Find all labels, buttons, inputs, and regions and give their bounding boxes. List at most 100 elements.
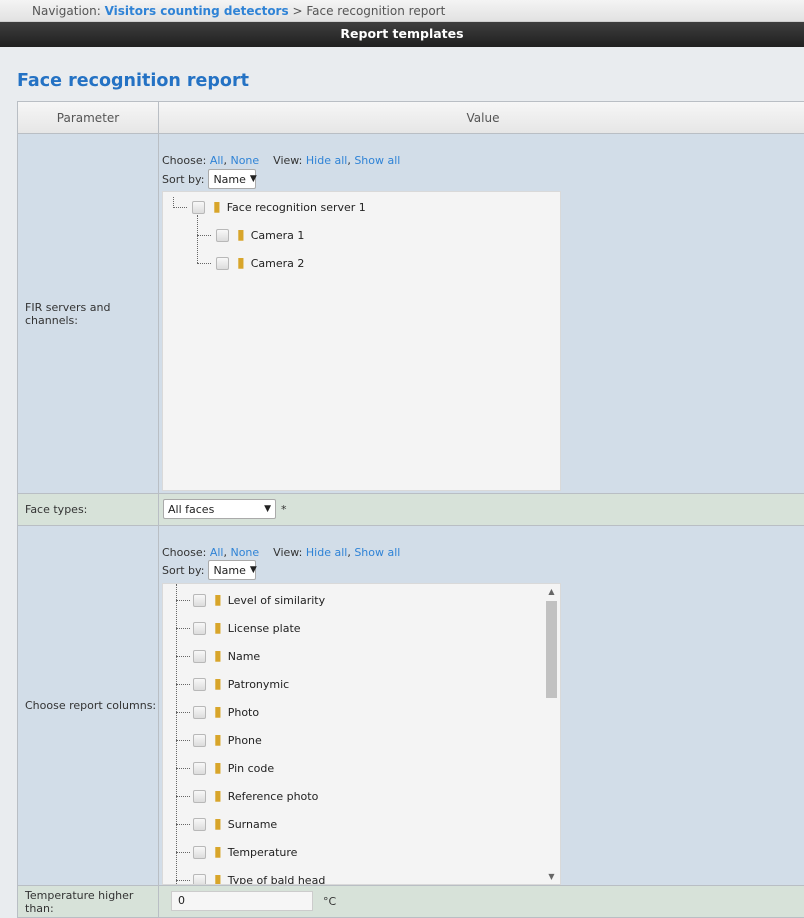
choose-label: Choose:: [162, 154, 207, 167]
columns-hide-all-link[interactable]: Hide all: [306, 546, 347, 559]
folder-icon: ▮: [214, 620, 222, 636]
servers-show-all-link[interactable]: Show all: [354, 154, 400, 167]
chevron-down-icon: ▼: [249, 565, 257, 575]
folder-icon: ▮: [213, 199, 221, 215]
column-item-label: License plate: [227, 621, 301, 635]
checkbox[interactable]: [193, 649, 206, 663]
column-item[interactable]: ▮ Surname: [193, 816, 277, 832]
row-face-types: Face types: All faces ▼ *: [18, 494, 804, 526]
tree-node-server[interactable]: ▮ Face recognition server 1: [192, 199, 366, 215]
checkbox[interactable]: [193, 705, 206, 719]
scroll-down-icon[interactable]: ▼: [545, 872, 558, 881]
columns-show-all-link[interactable]: Show all: [354, 546, 400, 559]
view-label: View:: [273, 154, 303, 167]
columns-choose-bar: Choose: All, None View: Hide all, Show a…: [162, 546, 401, 559]
folder-icon: ▮: [214, 676, 222, 692]
servers-tree: ▮ Face recognition server 1 ▮ Camera 1 ▮…: [162, 191, 561, 491]
row-report-columns: Choose report columns: Choose: All, None…: [18, 526, 804, 886]
row-temperature: Temperature higher than: 0 °C: [18, 886, 804, 918]
tree-node-camera-2[interactable]: ▮ Camera 2: [216, 255, 304, 271]
folder-icon: ▮: [214, 592, 222, 608]
breadcrumb-link-visitors-counting[interactable]: Visitors counting detectors: [105, 4, 289, 18]
tree-label: Camera 1: [250, 228, 305, 242]
face-types-value: All faces: [168, 502, 215, 516]
chevron-down-icon: ▼: [264, 504, 271, 514]
row-fir-servers: FIR servers and channels: Choose: All, N…: [18, 134, 804, 494]
column-item[interactable]: ▮ Pin code: [193, 760, 274, 776]
chevron-down-icon: ▼: [249, 174, 257, 184]
choose-label: Choose:: [162, 546, 207, 559]
scroll-thumb[interactable]: [546, 601, 557, 698]
checkbox[interactable]: [193, 621, 206, 635]
column-item[interactable]: ▮ Patronymic: [193, 676, 289, 692]
column-item[interactable]: ▮ Photo: [193, 704, 259, 720]
folder-icon: ▮: [214, 760, 222, 776]
columns-choose-all-link[interactable]: All: [210, 546, 224, 559]
column-item-label: Photo: [227, 705, 260, 719]
folder-icon: ▮: [214, 788, 222, 804]
column-header-parameter: Parameter: [18, 102, 159, 133]
columns-scrollbar[interactable]: ▲ ▼: [545, 587, 558, 881]
columns-choose-none-link[interactable]: None: [230, 546, 259, 559]
servers-choose-bar: Choose: All, None View: Hide all, Show a…: [162, 154, 401, 167]
folder-icon: ▮: [214, 648, 222, 664]
report-columns-label: Choose report columns:: [18, 526, 159, 885]
checkbox[interactable]: [193, 761, 206, 775]
column-header-value: Value: [466, 110, 500, 125]
breadcrumb: Navigation: Visitors counting detectors …: [0, 0, 804, 22]
parameters-table: Parameter Value FIR servers and channels…: [17, 101, 804, 918]
folder-icon: ▮: [237, 227, 245, 243]
column-item[interactable]: ▮ Reference photo: [193, 788, 318, 804]
required-mark: *: [281, 503, 287, 516]
page-title: Face recognition report: [17, 71, 249, 91]
tree-label: Camera 2: [250, 256, 305, 270]
column-item-label: Name: [227, 649, 261, 663]
sort-value: Name: [213, 172, 246, 186]
tree-node-camera-1[interactable]: ▮ Camera 1: [216, 227, 304, 243]
folder-icon: ▮: [214, 872, 222, 885]
checkbox[interactable]: [193, 677, 206, 691]
checkbox[interactable]: [193, 817, 206, 831]
column-item[interactable]: ▮ Type of bald head: [193, 872, 326, 885]
column-item[interactable]: ▮ License plate: [193, 620, 301, 636]
columns-tree: ▮ Level of similarity ▮ License plate ▮ Name ▮…: [162, 583, 561, 885]
folder-icon: ▮: [237, 255, 245, 271]
checkbox[interactable]: [192, 200, 205, 214]
column-item[interactable]: ▮ Temperature: [193, 844, 297, 860]
column-item-label: Phone: [227, 733, 262, 747]
header-title: Report templates: [340, 26, 464, 41]
sort-value: Name: [213, 563, 246, 577]
checkbox[interactable]: [216, 256, 229, 270]
checkbox[interactable]: [193, 789, 206, 803]
temperature-unit: °C: [323, 895, 337, 908]
column-item[interactable]: ▮ Phone: [193, 732, 262, 748]
column-item-label: Type of bald head: [227, 873, 326, 885]
checkbox[interactable]: [193, 593, 206, 607]
checkbox[interactable]: [193, 845, 206, 859]
header-bar: Report templates: [0, 22, 804, 47]
face-types-label: Face types:: [18, 494, 159, 525]
folder-icon: ▮: [214, 844, 222, 860]
tree-label: Face recognition server 1: [226, 200, 366, 214]
face-types-select[interactable]: All faces ▼: [163, 499, 276, 519]
column-item-label: Patronymic: [227, 677, 290, 691]
column-item[interactable]: ▮ Level of similarity: [193, 592, 325, 608]
column-item-label: Pin code: [227, 761, 275, 775]
sort-label: Sort by:: [162, 172, 205, 186]
folder-icon: ▮: [214, 704, 222, 720]
view-label: View:: [273, 546, 303, 559]
fir-servers-label: FIR servers and channels:: [18, 134, 159, 493]
servers-choose-none-link[interactable]: None: [230, 154, 259, 167]
checkbox[interactable]: [193, 873, 206, 884]
scroll-up-icon[interactable]: ▲: [545, 587, 558, 596]
servers-hide-all-link[interactable]: Hide all: [306, 154, 347, 167]
column-item[interactable]: ▮ Name: [193, 648, 260, 664]
columns-sort-control: Sort by: Name ▼: [162, 560, 257, 580]
servers-sort-select[interactable]: Name ▼: [208, 169, 257, 189]
checkbox[interactable]: [193, 733, 206, 747]
temperature-input[interactable]: 0: [171, 891, 313, 911]
servers-choose-all-link[interactable]: All: [210, 154, 224, 167]
columns-sort-select[interactable]: Name ▼: [208, 560, 257, 580]
servers-sort-control: Sort by: Name ▼: [162, 169, 257, 189]
checkbox[interactable]: [216, 228, 229, 242]
